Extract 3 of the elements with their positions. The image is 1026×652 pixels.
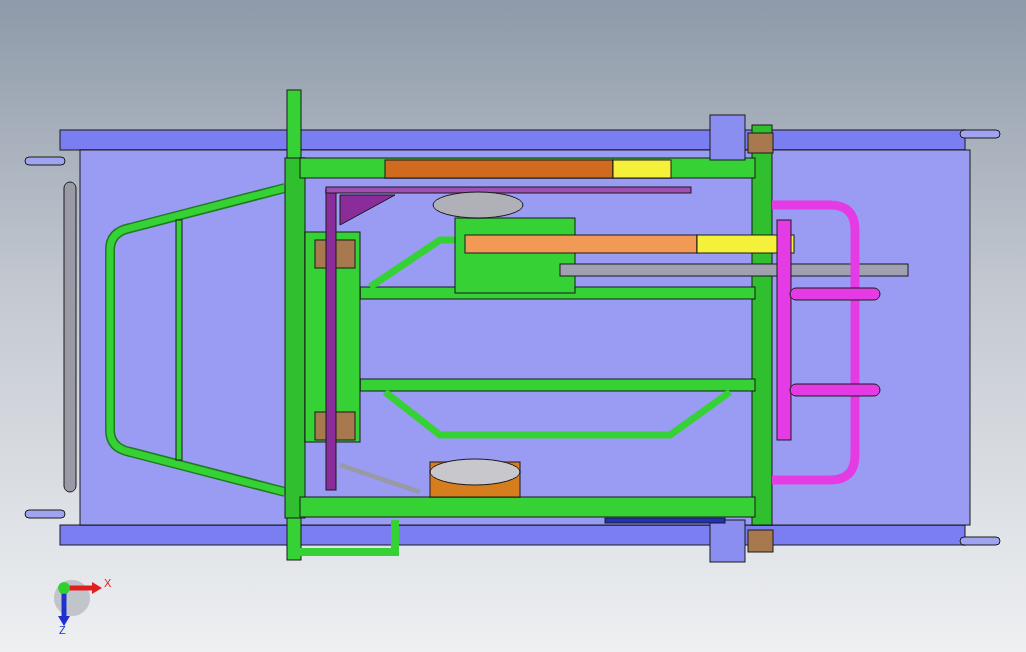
x-axis-label: X	[104, 577, 112, 589]
axis-triad-drawing	[54, 580, 102, 626]
z-axis-label: Z	[59, 624, 66, 636]
